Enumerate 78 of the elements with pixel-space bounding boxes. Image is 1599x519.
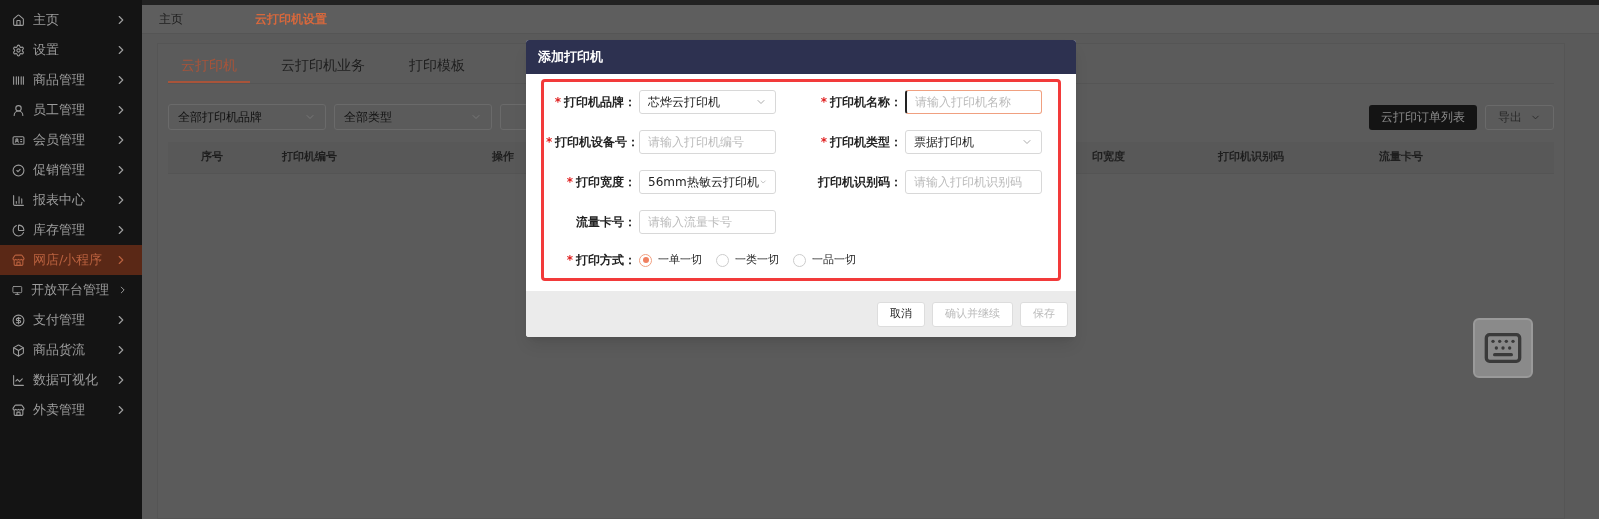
required-mark: * [820, 135, 827, 149]
sidebar-label: 会员管理 [33, 131, 86, 150]
dialog-button[interactable]: 取消 [877, 301, 925, 327]
input-field[interactable]: 请输入打印机识别码 [905, 170, 1042, 194]
column-header: 打印机编号 [282, 149, 337, 166]
sidebar-label: 商品管理 [33, 71, 86, 90]
bar-chart-icon [12, 193, 25, 207]
sidebar-item[interactable]: 商品货流 [0, 335, 142, 365]
sidebar-item[interactable]: 主页 [0, 5, 142, 35]
sidebar-item[interactable]: 会员管理 [0, 125, 142, 155]
sidebar-label: 主页 [33, 11, 60, 30]
sidebar-item[interactable]: 数据可视化 [0, 365, 142, 395]
sidebar-label: 外卖管理 [33, 401, 86, 420]
required-mark: * [820, 95, 827, 109]
sidebar-item[interactable]: 开放平台管理 [0, 275, 142, 305]
column-header: 打印机识别码 [1218, 149, 1284, 166]
column-header: 印宽度 [1092, 149, 1125, 166]
card-icon [12, 133, 25, 147]
check-circle-icon [12, 163, 25, 177]
barcode-icon [12, 73, 25, 87]
radio-option[interactable]: 一类一切 [716, 251, 779, 269]
radio-label: 一品一切 [812, 251, 856, 268]
radio-option[interactable]: 一品一切 [793, 251, 856, 269]
sidebar-item[interactable]: 库存管理 [0, 215, 142, 245]
monitor-icon [12, 283, 23, 297]
sidebar-label: 数据可视化 [33, 371, 99, 390]
sidebar-label: 商品货流 [33, 341, 86, 360]
input-field[interactable]: 请输入打印机编号 [639, 130, 776, 154]
radio-label: 一单一切 [658, 251, 702, 268]
field-label: * 打印机名称： [819, 94, 903, 111]
order-list-button[interactable]: 云打印订单列表 [1369, 104, 1477, 130]
select-field[interactable]: 芯烨云打印机 [639, 90, 776, 114]
sidebar-item[interactable]: 报表中心 [0, 185, 142, 215]
required-mark: * [566, 253, 573, 267]
user-icon [12, 103, 25, 117]
pie-chart-icon [12, 223, 25, 237]
select-field[interactable]: 56mm热敏云打印机 [639, 170, 776, 194]
sidebar-label: 员工管理 [33, 101, 86, 120]
radio-option[interactable]: 一单一切 [639, 251, 702, 269]
coin-icon [12, 313, 25, 327]
sidebar-label: 开放平台管理 [30, 281, 109, 300]
field-label: * 打印机品牌： [553, 94, 637, 111]
cube-icon [12, 343, 25, 357]
line-chart-icon [12, 373, 25, 387]
store-icon [12, 253, 25, 267]
field-label: * 打印方式： [565, 252, 637, 269]
sidebar-label: 支付管理 [33, 311, 86, 330]
sidebar-label: 网店/小程序 [33, 251, 104, 270]
sidebar-item[interactable]: 员工管理 [0, 95, 142, 125]
radio-label: 一类一切 [735, 251, 779, 268]
sidebar-item[interactable]: 商品管理 [0, 65, 142, 95]
input-field[interactable]: 请输入流量卡号 [639, 210, 776, 234]
sidebar-label: 报表中心 [33, 191, 86, 210]
column-header: 序号 [201, 149, 223, 166]
settings-icon [12, 43, 25, 57]
field-label: * 打印机设备号： [546, 134, 639, 151]
sidebar-item[interactable]: 支付管理 [0, 305, 142, 335]
field-label: * 打印机类型： [819, 134, 903, 151]
required-mark: * [546, 135, 553, 149]
required-mark: * [554, 95, 561, 109]
input-field[interactable]: 请输入打印机名称 [905, 90, 1042, 114]
sidebar-item[interactable]: 设置 [0, 35, 142, 65]
sidebar-label: 促销管理 [33, 161, 86, 180]
sidebar-item[interactable]: 外卖管理 [0, 395, 142, 425]
field-label: 打印机识别码： [817, 174, 903, 191]
dialog-title: 添加打印机 [538, 48, 603, 67]
field-label: * 打印宽度： [565, 174, 637, 191]
required-mark: * [566, 175, 573, 189]
select-field[interactable]: 票据打印机 [905, 130, 1042, 154]
field-label: 流量卡号： [575, 214, 637, 231]
home-icon [12, 13, 25, 27]
store-icon [12, 403, 25, 417]
sidebar-label: 库存管理 [33, 221, 86, 240]
sidebar-label: 设置 [33, 41, 60, 60]
keyboard-button[interactable] [1473, 318, 1533, 378]
column-header: 流量卡号 [1379, 149, 1423, 166]
sidebar-item[interactable]: 促销管理 [0, 155, 142, 185]
column-header: 操作 [492, 149, 514, 166]
